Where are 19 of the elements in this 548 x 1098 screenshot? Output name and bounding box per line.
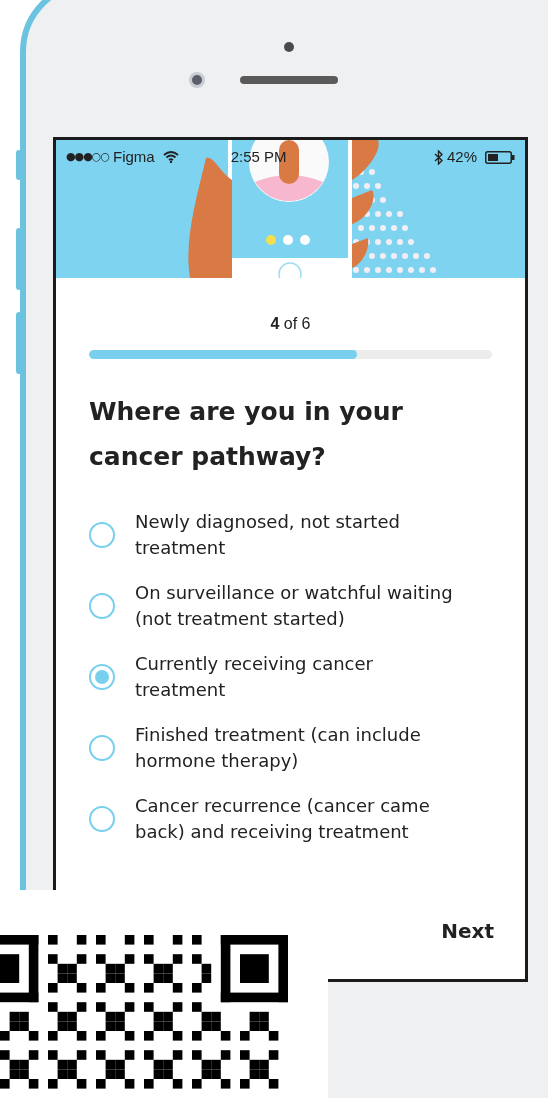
question-heading: Where are you in your cancer pathway? [89, 396, 404, 473]
radio-button[interactable] [89, 593, 115, 619]
radio-button[interactable] [89, 664, 115, 690]
option-label[interactable]: Currently receiving cancer treatment [135, 651, 455, 703]
radio-button[interactable] [89, 806, 115, 832]
step-counter: 4 of 6 [269, 314, 312, 334]
next-button[interactable]: Next [441, 916, 494, 946]
option-label[interactable]: Cancer recurrence (cancer came back) and receiving treatment [135, 793, 455, 845]
battery-percentage: 42% [446, 147, 477, 167]
option-label[interactable]: Newly diagnosed, not started treatment [135, 509, 455, 561]
radio-button[interactable] [89, 735, 115, 761]
radio-button[interactable] [89, 522, 115, 548]
wifi-icon [162, 151, 179, 164]
signal-strength: ●●●○○ [66, 149, 109, 165]
option-label[interactable]: On surveillance or watchful waiting (not treatment started) [135, 580, 455, 632]
option-label[interactable]: Finished treatment (can include hormone therapy) [135, 722, 455, 774]
carrier-name: Figma [113, 147, 155, 167]
bluetooth-icon [433, 149, 443, 165]
battery-icon [485, 150, 515, 164]
